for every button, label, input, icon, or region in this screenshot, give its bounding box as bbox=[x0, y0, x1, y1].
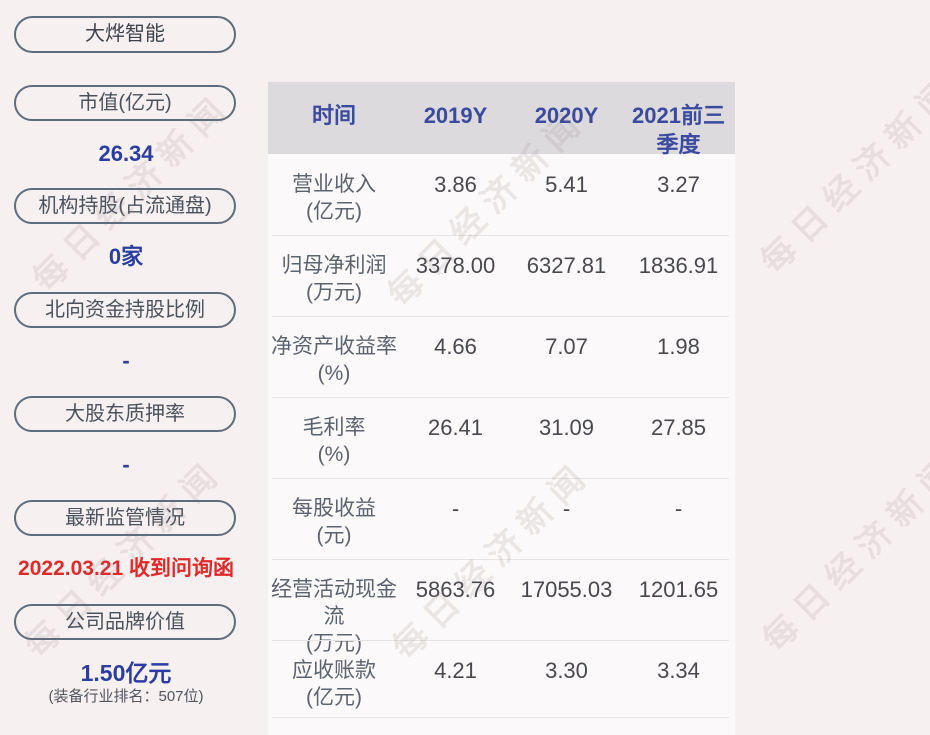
row-label: 营业收入 (亿元) bbox=[268, 171, 400, 235]
table-row-gross-margin: 毛利率 (%) 26.41 31.09 27.85 bbox=[268, 397, 735, 478]
table-cell: 3.34 bbox=[657, 658, 700, 683]
row-label-text: 归母净利润 bbox=[281, 254, 387, 277]
table-cell: 1.98 bbox=[657, 334, 700, 359]
shareholder-pledge-pill: 大股东质押率 bbox=[14, 396, 236, 432]
row-label: 每股收益 (元) bbox=[268, 495, 400, 559]
table-cell: 5.41 bbox=[545, 172, 588, 197]
northbound-holding-pill: 北向资金持股比例 bbox=[14, 292, 236, 328]
table-cell: - bbox=[562, 496, 571, 521]
table-cell: 6327.81 bbox=[526, 253, 607, 278]
table-row-net-profit: 归母净利润 (万元) 3378.00 6327.81 1836.91 bbox=[268, 235, 735, 316]
table-header-2019: 2019Y bbox=[423, 103, 488, 128]
row-label-text: 每股收益 bbox=[292, 497, 376, 520]
row-label-unit: (亿元) bbox=[306, 200, 362, 223]
row-label: 应收账款 (亿元) bbox=[268, 657, 400, 718]
table-header-time: 时间 bbox=[311, 103, 356, 128]
row-label: 毛利率 (%) bbox=[268, 414, 400, 478]
row-label-text: 经营活动现金流 bbox=[271, 578, 397, 628]
table-cell: 3.86 bbox=[434, 172, 477, 197]
row-label: 归母净利润 (万元) bbox=[268, 252, 400, 316]
table-row-eps: 每股收益 (元) - - - bbox=[268, 478, 735, 559]
brand-value-pill: 公司品牌价值 bbox=[14, 604, 236, 640]
table-cell: 4.66 bbox=[434, 334, 477, 359]
stock-info-card: 大烨智能 市值(亿元) 26.34 机构持股(占流通盘) 0家 北向资金持股比例… bbox=[0, 0, 930, 735]
northbound-holding-value: - bbox=[122, 348, 130, 373]
company-name-pill: 大烨智能 bbox=[14, 16, 236, 53]
shareholder-pledge-value: - bbox=[122, 452, 130, 477]
institutional-holding-pill: 机构持股(占流通盘) bbox=[14, 188, 236, 224]
table-row-accounts-receivable: 应收账款 (亿元) 4.21 3.30 3.34 bbox=[268, 640, 735, 718]
row-label-text: 营业收入 bbox=[292, 173, 376, 196]
row-label-text: 毛利率 bbox=[302, 416, 366, 439]
row-label-unit: (%) bbox=[317, 362, 351, 385]
row-label-unit: (亿元) bbox=[306, 686, 362, 709]
table-cell: 3378.00 bbox=[415, 253, 496, 278]
table-cell: 27.85 bbox=[650, 415, 707, 440]
row-label: 净资产收益率 (%) bbox=[268, 333, 400, 397]
table-cell: 1836.91 bbox=[638, 253, 719, 278]
table-row-operating-cashflow: 经营活动现金流 (万元) 5863.76 17055.03 1201.65 bbox=[268, 559, 735, 655]
table-header-2021q3: 2021前三季度 bbox=[632, 103, 725, 157]
table-header-row: 时间 2019Y 2020Y 2021前三季度 bbox=[268, 82, 735, 157]
market-cap-pill: 市值(亿元) bbox=[14, 85, 236, 121]
table-cell: 4.21 bbox=[434, 658, 477, 683]
institutional-holding-value: 0家 bbox=[108, 244, 144, 269]
table-cell: 3.30 bbox=[545, 658, 588, 683]
row-label-text: 净资产收益率 bbox=[271, 335, 397, 358]
table-cell: 26.41 bbox=[427, 415, 484, 440]
watermark-text: 每日经济新闻 bbox=[753, 67, 930, 282]
row-label-unit: (%) bbox=[317, 443, 351, 466]
table-cell: 7.07 bbox=[545, 334, 588, 359]
table-cell: 31.09 bbox=[538, 415, 595, 440]
sidebar: 大烨智能 市值(亿元) 26.34 机构持股(占流通盘) 0家 北向资金持股比例… bbox=[0, 0, 252, 735]
row-label-unit: (万元) bbox=[306, 281, 362, 304]
table-row-revenue: 营业收入 (亿元) 3.86 5.41 3.27 bbox=[268, 154, 735, 235]
brand-value-amount: 1.50亿元 bbox=[80, 660, 172, 686]
regulatory-status-pill: 最新监管情况 bbox=[14, 500, 236, 536]
row-label-text: 应收账款 bbox=[292, 659, 376, 682]
table-cell: 3.27 bbox=[657, 172, 700, 197]
row-label-unit: (元) bbox=[316, 524, 352, 547]
watermark-text: 每日经济新闻 bbox=[755, 445, 930, 660]
table-header-2020: 2020Y bbox=[534, 103, 599, 128]
market-cap-value: 26.34 bbox=[98, 141, 154, 166]
brand-value-rank-note: (装备行业排名：507位) bbox=[48, 688, 204, 705]
table-cell: - bbox=[674, 496, 683, 521]
regulatory-status-value: 2022.03.21 收到问询函 bbox=[18, 557, 234, 580]
table-row-roe: 净资产收益率 (%) 4.66 7.07 1.98 bbox=[268, 316, 735, 397]
table-cell: - bbox=[451, 496, 460, 521]
financial-table: 时间 2019Y 2020Y 2021前三季度 营业收入 (亿元) 3.86 5… bbox=[268, 82, 735, 735]
